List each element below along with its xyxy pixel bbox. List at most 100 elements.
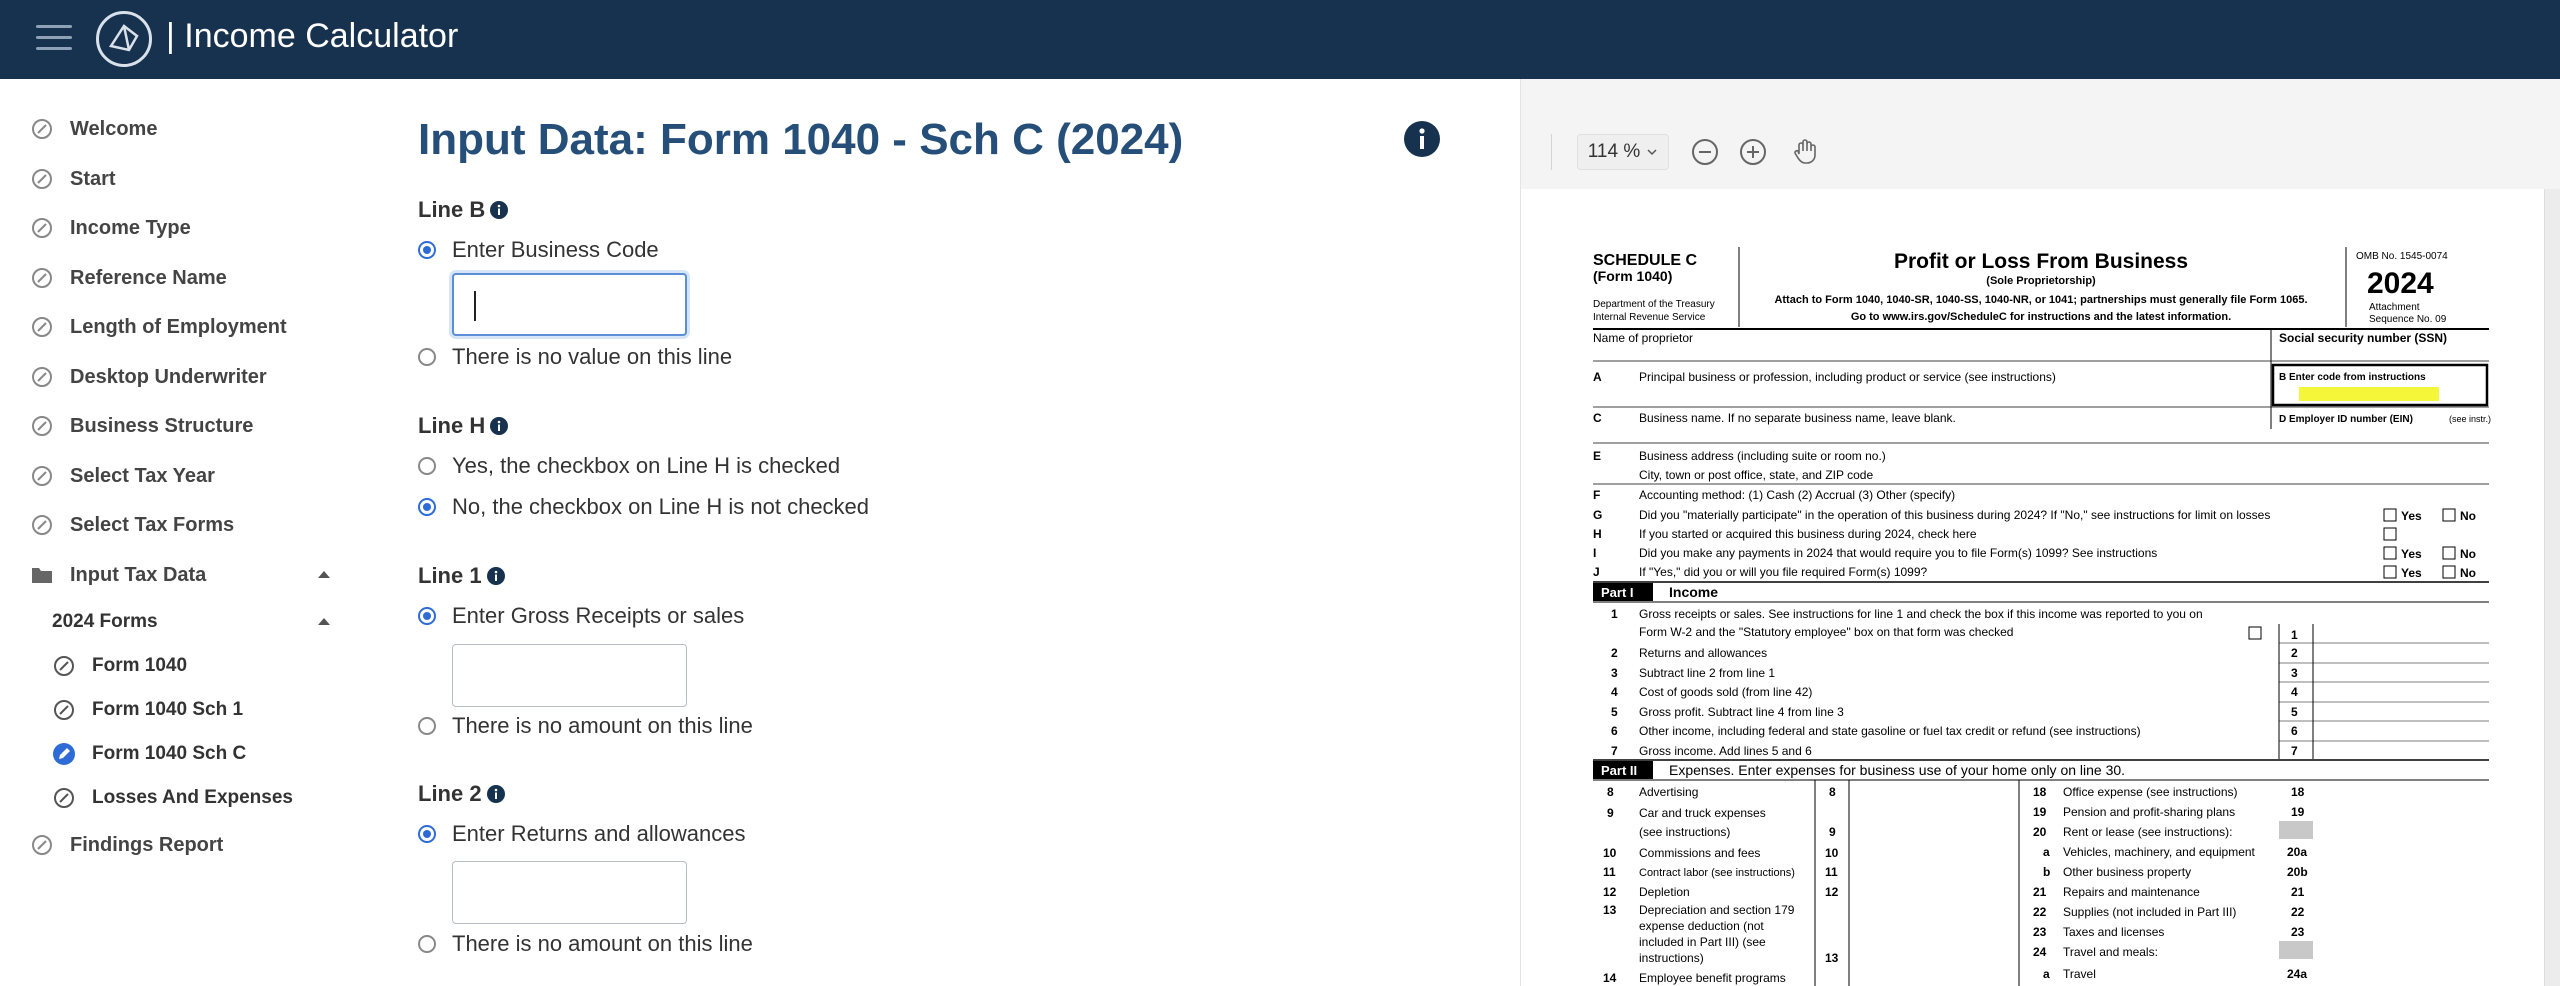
circle-slash-icon — [32, 466, 52, 486]
collapse-caret-icon[interactable] — [318, 618, 330, 625]
radio-button-selected[interactable] — [418, 825, 436, 843]
line-number: 2 — [1611, 646, 1618, 660]
line-number: 3 — [1611, 666, 1618, 680]
line-text: Employee benefit programs — [1639, 971, 1786, 985]
line-text: Depreciation and section 179 — [1639, 903, 1795, 917]
radio-button[interactable] — [418, 457, 436, 475]
sidebar-item-select-tax-forms[interactable]: Select Tax Forms — [30, 509, 234, 541]
page-title: Input Data: Form 1040 - Sch C (2024) — [418, 115, 1184, 164]
sidebar-item-label: Length of Employment — [70, 315, 287, 338]
hand-tool-icon[interactable] — [1787, 134, 1823, 170]
line-number: 19 — [2033, 805, 2047, 819]
zoom-out-icon[interactable] — [1687, 134, 1723, 170]
sidebar-item-input-tax-data[interactable]: Input Tax Data — [30, 559, 206, 591]
app-logo — [96, 11, 152, 67]
pencil-icon — [53, 743, 75, 765]
line-1-none-radio[interactable]: There is no amount on this line — [418, 713, 753, 739]
line-h-no-radio[interactable]: No, the checkbox on Line H is not checke… — [418, 494, 869, 520]
form-ssn-label: Social security number (SSN) — [2279, 331, 2447, 345]
sidebar-item-select-tax-year[interactable]: Select Tax Year — [30, 460, 215, 492]
line-box: 6 — [2291, 724, 2298, 738]
yes-label: Yes — [2401, 509, 2422, 523]
info-icon[interactable] — [489, 200, 509, 220]
sidebar-item-reference-name[interactable]: Reference Name — [30, 262, 227, 294]
radio-button-selected[interactable] — [418, 607, 436, 625]
line-1-enter-radio[interactable]: Enter Gross Receipts or sales — [418, 603, 744, 629]
highlight-box-b — [2299, 387, 2439, 401]
app-title: | Income Calculator — [166, 17, 459, 55]
zoom-in-icon[interactable] — [1735, 134, 1771, 170]
line-text: Contract labor (see instructions) — [1639, 867, 1795, 879]
line-b-label: Line B — [418, 197, 509, 223]
pdf-toolbar: 114 % — [1521, 79, 2560, 189]
radio-label: There is no amount on this line — [452, 931, 753, 956]
sidebar-item-start[interactable]: Start — [30, 163, 116, 195]
line-number: a — [2043, 967, 2050, 981]
radio-button-selected[interactable] — [418, 498, 436, 516]
line-label-text: Line B — [418, 197, 486, 222]
circle-slash-icon — [54, 656, 74, 676]
line-b-enter-radio[interactable]: Enter Business Code — [418, 237, 659, 263]
hamburger-menu-icon[interactable] — [36, 25, 72, 51]
pdf-page[interactable]: SCHEDULE C (Form 1040) Department of the… — [1521, 189, 2545, 986]
info-icon[interactable] — [489, 416, 509, 436]
gross-receipts-input[interactable] — [452, 644, 687, 707]
logo-mark-icon — [108, 24, 139, 52]
folder-icon — [32, 568, 52, 583]
collapse-caret-icon[interactable] — [318, 571, 330, 578]
radio-button-selected[interactable] — [418, 241, 436, 259]
line-text: Depletion — [1639, 885, 1690, 899]
circle-slash-icon — [54, 700, 74, 720]
sidebar-item-label: Findings Report — [70, 833, 224, 856]
sidebar-item-income-type[interactable]: Income Type — [30, 212, 191, 244]
form-dept: Department of the Treasury — [1593, 299, 1715, 310]
expense-lines-left: 8 Advertising 8 9 Car and truck expenses… — [1603, 785, 1839, 985]
sidebar-item-findings-report[interactable]: Findings Report — [30, 829, 223, 861]
line-text: Form W-2 and the "Statutory employee" bo… — [1639, 625, 2013, 639]
form-irs: Internal Revenue Service — [1593, 312, 1706, 323]
line-text: Travel and meals: — [2063, 945, 2158, 959]
line-text: Gross receipts or sales. See instruction… — [1639, 607, 2203, 621]
sidebar-item-business-structure[interactable]: Business Structure — [30, 410, 253, 442]
sidebar-item-label: Form 1040 Sch 1 — [92, 699, 244, 720]
row-text: City, town or post office, state, and ZI… — [1639, 468, 1873, 482]
line-text: Car and truck expenses — [1639, 806, 1766, 820]
line-text: Gross income. Add lines 5 and 6 — [1639, 744, 1812, 758]
sidebar-item-label: Desktop Underwriter — [70, 365, 267, 388]
info-icon[interactable] — [486, 566, 506, 586]
line-box: 18 — [2291, 785, 2305, 799]
line-box: 13 — [1825, 951, 1839, 965]
zoom-level: 114 % — [1587, 141, 1641, 162]
line-b-none-radio[interactable]: There is no value on this line — [418, 344, 732, 370]
zoom-select[interactable]: 114 % — [1577, 134, 1669, 170]
line-box: 7 — [2291, 744, 2298, 758]
sidebar-item-length-of-employment[interactable]: Length of Employment — [30, 311, 287, 343]
business-code-input[interactable] — [452, 273, 687, 336]
info-icon[interactable] — [486, 784, 506, 804]
no-label: No — [2460, 566, 2476, 580]
line-h-yes-radio[interactable]: Yes, the checkbox on Line H is checked — [418, 453, 840, 479]
form-attachment: Attachment — [2369, 302, 2420, 313]
radio-button[interactable] — [418, 348, 436, 366]
line-1-label: Line 1 — [418, 563, 506, 589]
line-2-none-radio[interactable]: There is no amount on this line — [418, 931, 753, 957]
returns-allowances-input[interactable] — [452, 861, 687, 924]
line-number: 20 — [2033, 825, 2047, 839]
info-icon[interactable] — [1402, 119, 1442, 159]
sidebar-item-form-1040-sch-1[interactable]: Form 1040 Sch 1 — [52, 694, 243, 726]
sidebar-group-2024-forms[interactable]: 2024 Forms — [52, 606, 158, 638]
sidebar-item-form-1040[interactable]: Form 1040 — [52, 650, 187, 682]
sidebar-item-desktop-underwriter[interactable]: Desktop Underwriter — [30, 361, 267, 393]
line-box: 12 — [1825, 885, 1839, 899]
pdf-scrollbar[interactable] — [2545, 189, 2560, 986]
line-2-enter-radio[interactable]: Enter Returns and allowances — [418, 821, 746, 847]
sidebar-item-losses-and-expenses[interactable]: Losses And Expenses — [52, 782, 293, 814]
main-content: Input Data: Form 1040 - Sch C (2024) Lin… — [380, 79, 1510, 986]
form-seq: Sequence No. 09 — [2369, 314, 2447, 325]
radio-button[interactable] — [418, 717, 436, 735]
sidebar-item-form-1040-sch-c[interactable]: Form 1040 Sch C — [52, 738, 246, 770]
sidebar-item-welcome[interactable]: Welcome — [30, 113, 157, 145]
line-number: 18 — [2033, 785, 2047, 799]
line-box: 10 — [1825, 846, 1839, 860]
radio-button[interactable] — [418, 935, 436, 953]
